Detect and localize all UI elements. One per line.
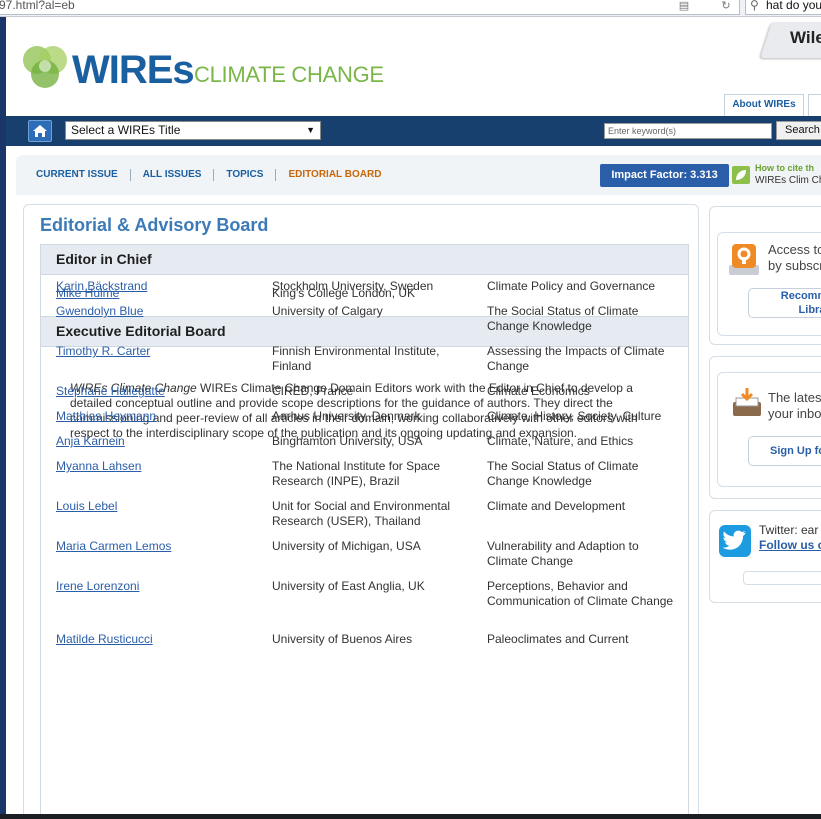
recommend-library-button[interactable]: Recomm Libra: [748, 288, 821, 318]
brand-wires[interactable]: WIREs: [72, 50, 195, 90]
board-member-affiliation: University of East Anglia, UK: [272, 579, 425, 593]
wires-logo-icon: [23, 46, 67, 88]
board-member-link[interactable]: Irene Lorenzoni: [56, 579, 139, 593]
board-member-affiliation: The National Institute for Space Researc…: [272, 459, 441, 488]
home-button[interactable]: [28, 120, 52, 142]
board-member-link[interactable]: Karin Bäckstrand: [56, 279, 147, 293]
board-member-affiliation: University of Michigan, USA: [272, 539, 421, 553]
recommend-line1: Recomm: [780, 290, 821, 302]
keyword-placeholder: Enter keyword(s): [608, 126, 677, 136]
twitter-title: Twitter: ear: [759, 523, 819, 537]
wires-title-select[interactable]: Select a WIREs Title ▼: [65, 121, 321, 140]
board-member-link[interactable]: Anja Karnein: [56, 434, 125, 448]
editorial-board-panel: Editorial & Advisory Board Editor in Chi…: [23, 204, 699, 819]
board-member-affiliation: Aarhus University, Denmark: [272, 409, 421, 423]
wires-title-select-value: Select a WIREs Title: [71, 123, 181, 137]
board-member-link[interactable]: Stéphane Hallegatte: [56, 384, 165, 398]
cite-subtitle: WIREs Clim Ch: [755, 175, 821, 186]
browser-search-input[interactable]: ⚲ hat do you: [745, 0, 821, 15]
board-member-affiliation: Stockholm University, Sweden: [272, 279, 434, 293]
taskbar: [0, 814, 821, 819]
tab-editorial-board[interactable]: EDITORIAL BOARD: [275, 169, 393, 181]
lock-icon: [729, 244, 759, 275]
board-member-link[interactable]: Gwendolyn Blue: [56, 304, 143, 318]
board-member-affiliation: CIRED, France: [272, 384, 354, 398]
latest-text-line1: The latest: [768, 390, 821, 405]
impact-factor-badge[interactable]: Impact Factor: 3.313: [600, 164, 729, 187]
browser-search-text: hat do you: [766, 0, 821, 12]
board-member-domain: The Social Status of Climate Change Know…: [487, 459, 639, 488]
recommend-line2: Libra: [798, 304, 821, 316]
search-button[interactable]: Search: [776, 121, 821, 140]
twitter-widget: Twitter: ear Follow us o: [709, 510, 821, 603]
twitter-feed-bar: [743, 571, 821, 585]
address-bar[interactable]: 97.html?al=eb: [0, 0, 740, 15]
home-icon: [33, 125, 47, 137]
board-member-affiliation: Unit for Social and Environmental Resear…: [272, 499, 451, 528]
board-member-domain: Climate and Development: [487, 499, 626, 513]
board-member-link[interactable]: Matilde Rusticucci: [56, 632, 153, 646]
board-member-domain: Climate Economics: [487, 384, 590, 398]
address-bar-text: 97.html?al=eb: [0, 0, 75, 12]
board-member-link[interactable]: Myanna Lahsen: [56, 459, 141, 473]
latest-text-line2: your inbo: [768, 406, 821, 421]
browser-toolbar: 97.html?al=eb ▤ ↻ ⚲ hat do you: [0, 0, 821, 17]
newsletter-widget: The latest your inbo Sign Up fo: [709, 356, 821, 499]
refresh-icon[interactable]: ↻: [718, 0, 734, 13]
main-nav: Select a WIREs Title ▼ Enter keyword(s) …: [6, 116, 821, 146]
board-member-affiliation: Binghamton University, USA: [272, 434, 423, 448]
board-member-domain: Climate Policy and Governance: [487, 279, 656, 293]
tab-topics[interactable]: TOPICS: [213, 169, 275, 181]
twitter-icon[interactable]: [719, 525, 751, 557]
board-member-link[interactable]: Maria Carmen Lemos: [56, 539, 171, 553]
editor-in-chief-heading: Editor in Chief: [40, 244, 689, 275]
tab-current-issue[interactable]: CURRENT ISSUE: [36, 169, 130, 181]
page-title: Editorial & Advisory Board: [40, 215, 269, 235]
board-member-affiliation: Finnish Environmental Institute, Finland: [272, 344, 440, 373]
board-member-domain: Vulnerability and Adaption to Climate Ch…: [487, 539, 639, 568]
inbox-icon: [733, 388, 761, 416]
board-member-domain: Perceptions, Behavior and Communication …: [487, 579, 674, 608]
board-member-link[interactable]: Louis Lebel: [56, 499, 117, 513]
board-member-link[interactable]: Timothy R. Carter: [56, 344, 150, 358]
sub-nav: CURRENT ISSUE ALL ISSUES TOPICS EDITORIA…: [16, 155, 821, 195]
keyword-input[interactable]: Enter keyword(s): [604, 123, 772, 139]
chevron-down-icon: ▼: [306, 125, 315, 135]
access-text-line2: by subscr: [768, 258, 821, 273]
board-member-affiliation: University of Calgary: [272, 304, 383, 318]
twitter-follow-link[interactable]: Follow us o: [759, 538, 821, 552]
cite-link[interactable]: How to cite th: [755, 163, 814, 173]
tab-next[interactable]: [808, 94, 821, 116]
access-widget: Access to by subscr Recomm Libra: [709, 206, 821, 345]
board-member-link[interactable]: Matthias Heymann: [56, 409, 156, 423]
brand-climate-change[interactable]: CLIMATE CHANGE: [194, 64, 384, 86]
search-icon: ⚲: [750, 0, 759, 12]
board-member-affiliation: University of Buenos Aires: [272, 632, 413, 646]
page: WIREs CLIMATE CHANGE Wile About WIREs Se…: [6, 17, 821, 819]
compatibility-icon[interactable]: ▤: [676, 0, 692, 13]
sub-nav-links: CURRENT ISSUE ALL ISSUES TOPICS EDITORIA…: [36, 169, 393, 181]
board-member-domain: Climate, History, Society, Culture: [487, 409, 662, 423]
board-member-domain: Climate, Nature, and Ethics: [487, 434, 634, 448]
tab-about-wires[interactable]: About WIREs: [724, 94, 804, 116]
leaf-icon: [732, 166, 750, 184]
access-text-line1: Access to: [768, 242, 821, 257]
board-member-domain: The Social Status of Climate Change Know…: [487, 304, 639, 333]
wiley-logo[interactable]: Wile: [790, 28, 821, 48]
sign-up-button[interactable]: Sign Up fo: [748, 436, 821, 466]
tab-all-issues[interactable]: ALL ISSUES: [129, 169, 214, 181]
board-member-domain: Assessing the Impacts of Climate Change: [487, 344, 665, 373]
board-member-domain: Paleoclimates and Current: [487, 632, 629, 646]
